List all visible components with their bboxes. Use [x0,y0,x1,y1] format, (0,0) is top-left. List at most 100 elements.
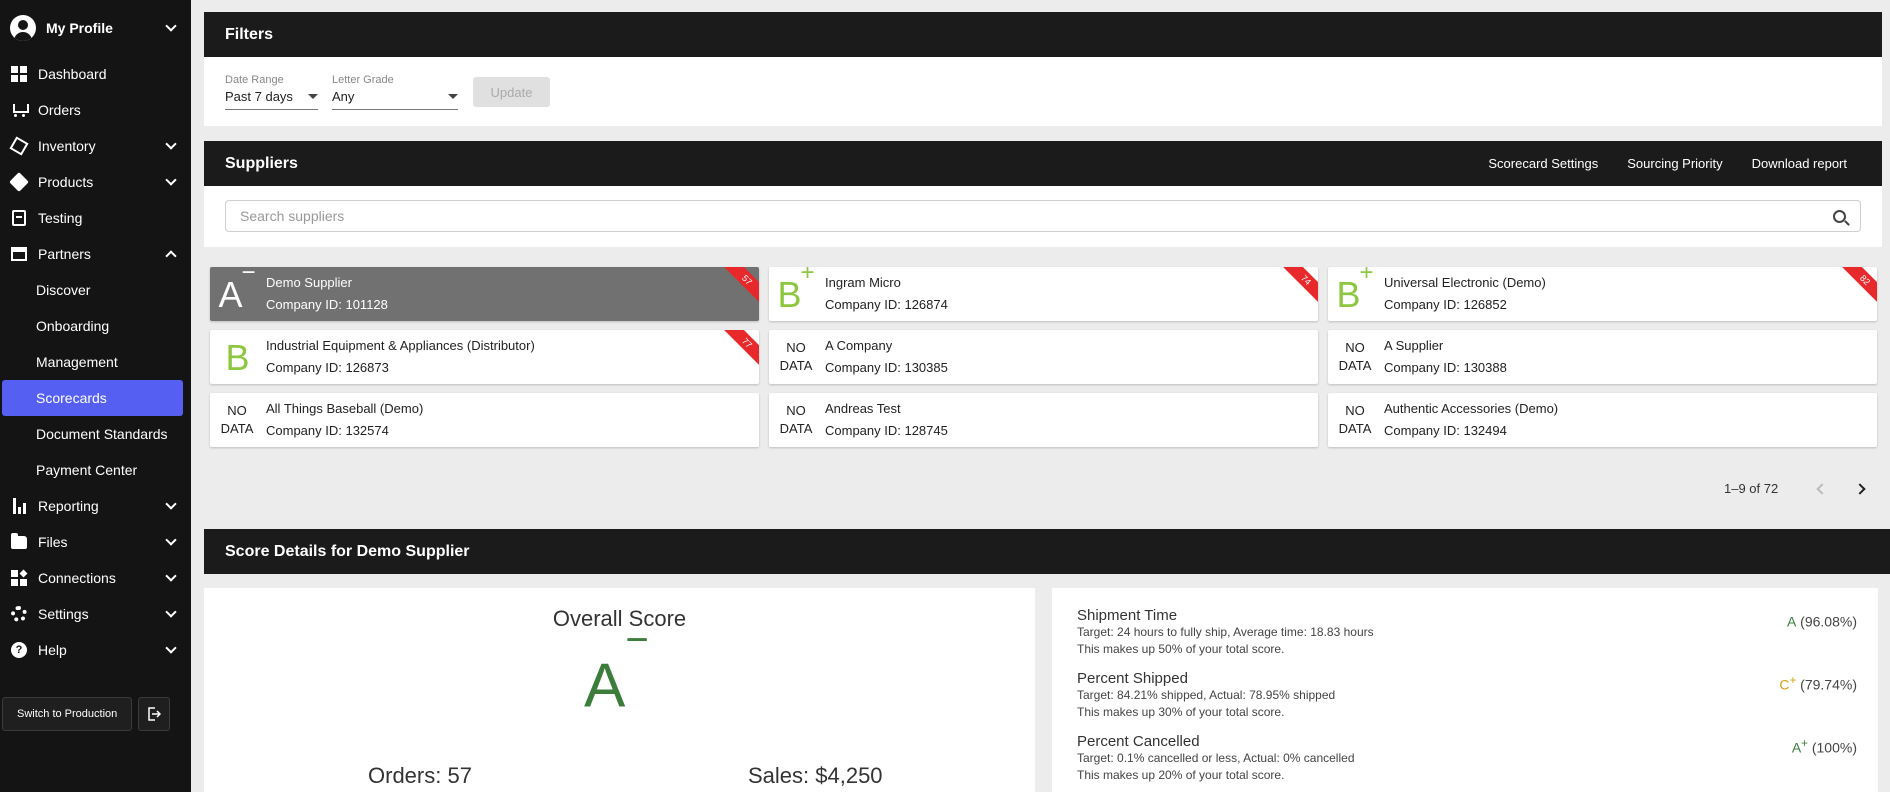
company-id: Company ID: 130385 [825,360,948,375]
profile-menu[interactable]: My Profile [0,0,191,56]
no-data-label: NO DATA [220,403,254,436]
metric-grade: A (96.08%) [1786,613,1857,630]
sidebar-item-partners[interactable]: Partners [0,236,191,272]
date-range-value: Past 7 days [225,89,293,104]
supplier-card[interactable]: B+ Universal Electronic (Demo) Company ID… [1328,267,1877,321]
supplier-name: Ingram Micro [825,275,901,290]
supplier-name: A Supplier [1384,338,1444,353]
metric-title: Shipment Time [1077,607,1178,624]
sidebar-item-reporting[interactable]: Reporting [0,488,191,524]
suppliers-header: Suppliers Scorecard Settings Sourcing Pr… [204,141,1882,186]
orders-count: Orders: 57 [368,763,472,788]
search-placeholder: Search suppliers [240,208,345,224]
sidebar-item-help[interactable]: ? Help [0,632,191,668]
sidebar-item-files[interactable]: Files [0,524,191,560]
supplier-card[interactable]: NO DATA Authentic Accessories (Demo) Compa… [1328,393,1877,447]
supplier-card[interactable]: NO DATA A Supplier Company ID: 130388 [1328,330,1877,384]
sidebar-item-label: Discover [36,282,91,298]
chevron-right-icon[interactable] [1854,482,1866,495]
clipboard-icon [10,209,28,227]
letter-grade-value: Any [332,89,355,104]
supplier-name: Authentic Accessories (Demo) [1384,401,1559,416]
chevron-down-icon [165,20,177,32]
scorecard-settings-link[interactable]: Scorecard Settings [1488,156,1598,171]
sidebar-item-label: Settings [38,606,89,622]
caret-down-icon [448,94,458,99]
metric-grade: C+ (79.74%) [1779,674,1857,693]
filters-title: Filters [225,25,274,43]
sidebar-item-label: Products [38,174,94,190]
chevron-down-icon [165,642,177,654]
update-button[interactable]: Update [473,77,550,107]
sidebar-item-scorecards[interactable]: Scorecards [2,380,183,416]
bar-chart-icon [10,497,28,515]
chevron-down-icon [165,138,177,150]
supplier-name: Andreas Test [825,401,901,416]
sidebar-item-orders[interactable]: Orders [0,92,191,128]
tag-icon [9,172,29,192]
score-ribbon: 57 [720,267,759,307]
sales-total: Sales: $4,250 [748,763,883,788]
sidebar-item-testing[interactable]: Testing [0,200,191,236]
supplier-card[interactable]: NO DATA Andreas Test Company ID: 128745 [769,393,1318,447]
metric-percent-shipped: Percent Shipped Target: 84.21% shipped, … [1077,670,1857,721]
letter-grade: A− [218,267,256,315]
date-range-label: Date Range [225,74,284,86]
score-metrics-panel: Shipment Time Target: 24 hours to fully … [1052,588,1878,792]
sidebar-item-label: Management [36,354,118,370]
dashboard-icon [10,65,28,83]
sidebar-item-label: Inventory [38,138,96,154]
chevron-up-icon [165,250,177,262]
sidebar-item-management[interactable]: Management [0,344,191,380]
logout-button[interactable] [138,697,171,731]
sidebar-item-payment-center[interactable]: Payment Center [0,452,191,488]
logout-icon [148,707,162,721]
pagination: 1–9 of 72 [1724,481,1866,496]
company-id: Company ID: 130388 [1384,360,1507,375]
filters-header: Filters [204,12,1882,57]
chevron-down-icon [165,498,177,510]
sidebar-item-document-standards[interactable]: Document Standards [0,416,191,452]
sidebar-item-label: Testing [38,210,83,226]
search-icon[interactable] [1833,209,1846,223]
supplier-card[interactable]: NO DATA All Things Baseball (Demo) Company… [210,393,759,447]
widgets-icon [10,569,28,587]
sidebar-item-discover[interactable]: Discover [0,272,191,308]
company-id: Company ID: 132574 [266,423,389,438]
chevron-left-icon[interactable] [1816,482,1828,495]
letter-grade: B+ [1336,267,1374,315]
switch-to-production-button[interactable]: Switch to Production [2,697,133,731]
sidebar-item-connections[interactable]: Connections [0,560,191,596]
chevron-down-icon [165,606,177,618]
score-ribbon: 82 [1838,267,1877,307]
letter-grade-label: Letter Grade [332,74,394,86]
supplier-cards: A− Demo Supplier Company ID: 101128 57 B+… [210,267,1878,447]
metric-title: Percent Cancelled [1077,733,1200,750]
sidebar-item-label: Partners [38,246,91,262]
store-icon [10,245,28,263]
download-report-link[interactable]: Download report [1752,156,1847,171]
supplier-card[interactable]: B Industrial Equipment & Appliances (Dis… [210,330,759,384]
search-input[interactable]: Search suppliers [225,200,1861,232]
metric-weight: This makes up 50% of your total score. [1077,642,1285,656]
date-range-select[interactable]: Date Range Past 7 days [225,74,318,110]
sidebar-item-inventory[interactable]: Inventory [0,128,191,164]
metric-percent-cancelled: Percent Cancelled Target: 0.1% cancelled… [1077,733,1857,784]
supplier-card[interactable]: NO DATA A Company Company ID: 130385 [769,330,1318,384]
sidebar-item-label: Document Standards [36,426,168,442]
sidebar-item-onboarding[interactable]: Onboarding [0,308,191,344]
sidebar-item-label: Help [38,642,67,658]
supplier-card[interactable]: B+ Ingram Micro Company ID: 126874 74 [769,267,1318,321]
sourcing-priority-link[interactable]: Sourcing Priority [1627,156,1722,171]
sidebar-item-label: Dashboard [38,66,107,82]
score-details-title: Score Details for Demo Supplier [225,542,470,560]
sidebar-item-dashboard[interactable]: Dashboard [0,56,191,92]
letter-grade-select[interactable]: Letter Grade Any [332,74,458,110]
sidebar-item-products[interactable]: Products [0,164,191,200]
supplier-card[interactable]: A− Demo Supplier Company ID: 101128 57 [210,267,759,321]
sidebar-item-settings[interactable]: Settings [0,596,191,632]
metric-target: Target: 24 hours to fully ship, Average … [1077,625,1374,639]
company-id: Company ID: 126873 [266,360,389,375]
score-details-header: Score Details for Demo Supplier [204,529,1890,574]
folder-icon [10,532,28,551]
